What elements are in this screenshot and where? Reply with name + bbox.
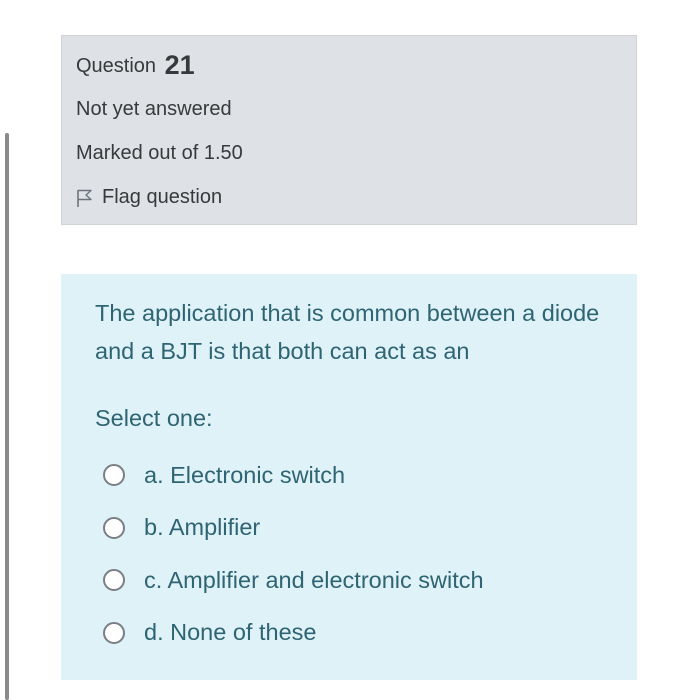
- question-grade: Marked out of 1.50: [76, 142, 243, 164]
- quiz-page: Question 21 Not yet answered Marked out …: [0, 0, 700, 700]
- scroll-indicator[interactable]: [5, 133, 9, 700]
- question-text: The application that is common between a…: [95, 300, 600, 364]
- question-title: Question 21: [76, 50, 195, 81]
- answer-option-c[interactable]: c. Amplifier and electronic switch: [103, 554, 623, 607]
- radio-button-c[interactable]: [103, 569, 125, 592]
- answer-option-b[interactable]: b. Amplifier: [103, 502, 623, 555]
- flag-question-label[interactable]: Flag question: [102, 186, 222, 209]
- question-label: Question: [76, 55, 157, 77]
- select-one-prompt: Select one:: [95, 405, 213, 431]
- answer-label-c[interactable]: c. Amplifier and electronic switch: [144, 567, 484, 594]
- question-content-panel: The application that is common between a…: [61, 274, 637, 680]
- question-info-panel: Question 21 Not yet answered Marked out …: [61, 35, 637, 225]
- radio-button-a[interactable]: [103, 464, 125, 487]
- question-number: 21: [164, 50, 195, 80]
- answer-option-a[interactable]: a. Electronic switch: [103, 449, 623, 502]
- flag-question-link[interactable]: Flag question: [76, 186, 222, 209]
- radio-button-d[interactable]: [103, 621, 125, 644]
- answer-option-d[interactable]: d. None of these: [103, 607, 623, 660]
- question-state: Not yet answered: [76, 98, 232, 120]
- answer-options: a. Electronic switch b. Amplifier c. Amp…: [103, 449, 623, 659]
- radio-button-b[interactable]: [103, 516, 125, 539]
- answer-label-a[interactable]: a. Electronic switch: [144, 462, 345, 489]
- flag-icon[interactable]: [76, 188, 94, 208]
- answer-label-d[interactable]: d. None of these: [144, 619, 316, 646]
- answer-label-b[interactable]: b. Amplifier: [144, 514, 260, 541]
